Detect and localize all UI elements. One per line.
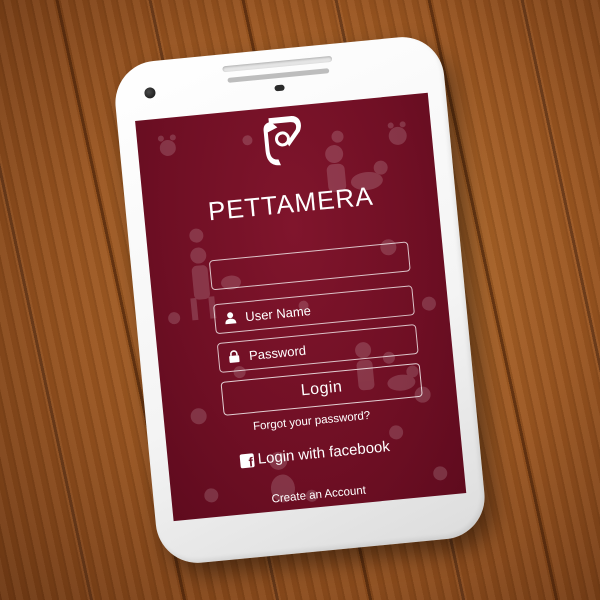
phone-proximity-sensor bbox=[274, 84, 285, 92]
pettamera-logo-icon bbox=[263, 116, 301, 166]
lock-icon bbox=[229, 350, 240, 363]
login-screen: PETTAMERA User Name Password Login Forgo… bbox=[135, 92, 467, 522]
user-icon bbox=[225, 312, 237, 325]
wooden-table-background: PETTAMERA User Name Password Login Forgo… bbox=[0, 0, 600, 600]
facebook-icon: f bbox=[239, 452, 255, 469]
login-button-label: Login bbox=[300, 378, 344, 400]
username-placeholder: User Name bbox=[244, 302, 312, 324]
smartphone-device: PETTAMERA User Name Password Login Forgo… bbox=[111, 33, 489, 567]
front-camera bbox=[143, 86, 156, 99]
password-placeholder: Password bbox=[248, 342, 307, 363]
